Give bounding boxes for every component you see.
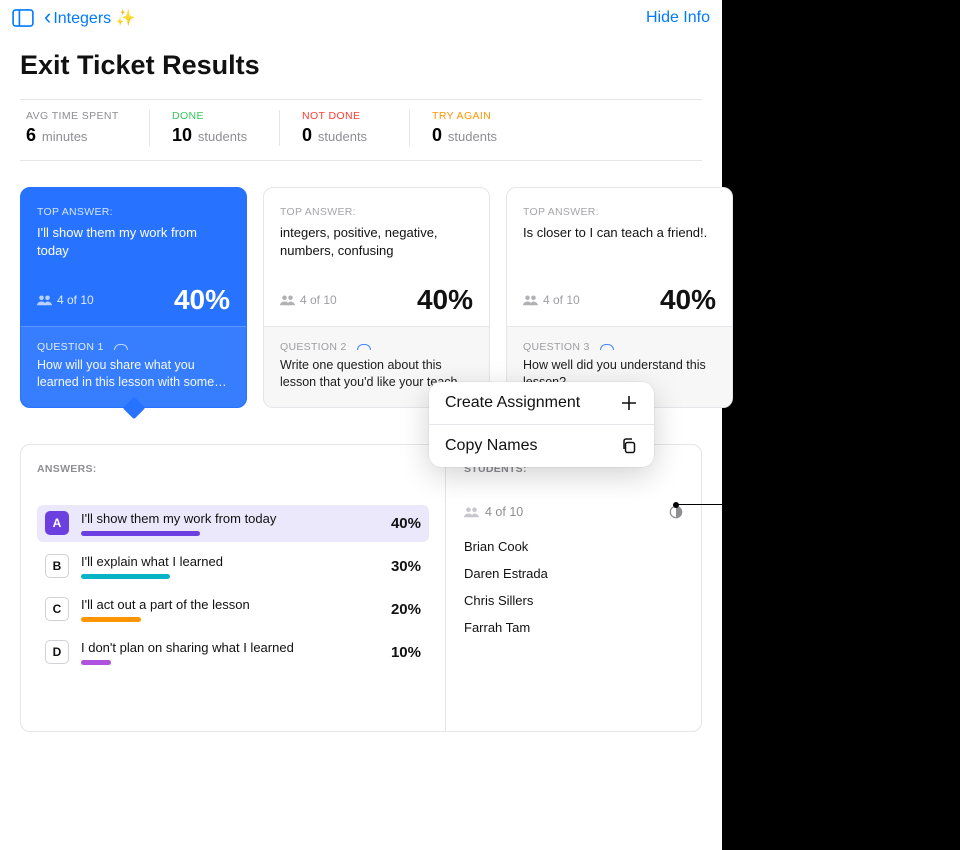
- top-answer-text: I'll show them my work from today: [37, 224, 230, 278]
- top-bar: ‹ Integers ✨ Hide Info: [0, 0, 722, 32]
- menu-item-label: Create Assignment: [445, 394, 580, 412]
- back-link[interactable]: ‹ Integers ✨: [44, 8, 136, 28]
- question-label: QUESTION 3: [523, 341, 716, 353]
- answer-row-D[interactable]: D I don't plan on sharing what I learned 1…: [37, 634, 429, 671]
- answer-letter: C: [45, 597, 69, 621]
- answer-text: I'll act out a part of the lesson: [81, 597, 379, 612]
- stat-label: NOT DONE: [302, 110, 387, 122]
- student-list: Brian CookDaren EstradaChris SillersFarr…: [464, 533, 683, 641]
- students-count-text: 4 of 10: [485, 505, 523, 519]
- arc-icon: [600, 344, 614, 350]
- answer-letter: B: [45, 554, 69, 578]
- answer-percent: 30%: [391, 558, 421, 575]
- stat-value: 10: [172, 125, 192, 145]
- callout-line: [676, 504, 746, 505]
- answer-percent: 20%: [391, 601, 421, 618]
- stat-value: 0: [302, 125, 312, 145]
- people-icon: [464, 506, 479, 518]
- students-count: 4 of 10: [464, 505, 523, 519]
- page-title: Exit Ticket Results: [0, 32, 722, 99]
- response-count: 4 of 10: [37, 293, 94, 307]
- answer-letter: A: [45, 511, 69, 535]
- stat-unit: students: [318, 129, 367, 144]
- copy-names-item[interactable]: Copy Names: [429, 425, 654, 467]
- stat-label: DONE: [172, 110, 257, 122]
- stat-unit: students: [198, 129, 247, 144]
- stat-unit: minutes: [42, 129, 88, 144]
- stat-value: 0: [432, 125, 442, 145]
- back-link-label: Integers ✨: [53, 8, 135, 28]
- detail-panel: ANSWERS: A I'll show them my work from to…: [20, 444, 702, 732]
- stat-label: AVG TIME SPENT: [26, 110, 127, 122]
- menu-item-label: Copy Names: [445, 437, 537, 455]
- answer-row-B[interactable]: B I'll explain what I learned 30%: [37, 548, 429, 585]
- response-count: 4 of 10: [280, 293, 337, 307]
- top-answer-label: TOP ANSWER:: [280, 206, 473, 218]
- answer-text: I'll show them my work from today: [81, 511, 379, 526]
- top-answer-text: integers, positive, negative, numbers, c…: [280, 224, 473, 278]
- stat-unit: students: [448, 129, 497, 144]
- question-text: How will you share what you learned in t…: [37, 357, 230, 391]
- sidebar-toggle-icon[interactable]: [12, 9, 34, 27]
- answer-row-A[interactable]: A I'll show them my work from today 40%: [37, 505, 429, 542]
- question-card-1[interactable]: TOP ANSWER: I'll show them my work from t…: [20, 187, 247, 408]
- answer-row-C[interactable]: C I'll act out a part of the lesson 20%: [37, 591, 429, 628]
- answer-text: I'll explain what I learned: [81, 554, 379, 569]
- response-percent: 40%: [174, 284, 230, 316]
- plus-icon: [620, 394, 638, 412]
- question-cards: TOP ANSWER: I'll show them my work from t…: [0, 161, 722, 408]
- answer-percent: 40%: [391, 515, 421, 532]
- answer-list: A I'll show them my work from today 40% B I'…: [37, 505, 429, 671]
- context-menu: Create Assignment Copy Names: [429, 382, 654, 467]
- app-window: ‹ Integers ✨ Hide Info Exit Ticket Resul…: [0, 0, 722, 850]
- question-card-2[interactable]: TOP ANSWER: integers, positive, negative,…: [263, 187, 490, 408]
- top-answer-label: TOP ANSWER:: [37, 206, 230, 218]
- stat-try-again: TRY AGAIN 0 students: [410, 110, 540, 146]
- answer-bar: [81, 617, 141, 622]
- answer-bar: [81, 531, 200, 536]
- stat-done: DONE 10 students: [150, 110, 280, 146]
- hide-info-button[interactable]: Hide Info: [646, 9, 710, 27]
- stat-value: 6: [26, 125, 36, 145]
- chevron-left-icon: ‹: [44, 6, 51, 28]
- answer-text: I don't plan on sharing what I learned: [81, 640, 379, 655]
- students-panel: Create Assignment Copy Names STUDENT: [446, 445, 701, 731]
- answers-label: ANSWERS:: [37, 463, 429, 475]
- response-percent: 40%: [660, 284, 716, 316]
- arc-icon: [114, 344, 128, 350]
- students-header: 4 of 10: [464, 505, 683, 519]
- question-label: QUESTION 2: [280, 341, 473, 353]
- create-assignment-item[interactable]: Create Assignment: [429, 382, 654, 425]
- stat-label: TRY AGAIN: [432, 110, 518, 122]
- answers-panel: ANSWERS: A I'll show them my work from to…: [21, 445, 446, 731]
- stat-avg-time: AVG TIME SPENT 6 minutes: [20, 110, 150, 146]
- student-name[interactable]: Daren Estrada: [464, 560, 683, 587]
- answer-bar: [81, 574, 170, 579]
- answer-percent: 10%: [391, 644, 421, 661]
- response-percent: 40%: [417, 284, 473, 316]
- answer-letter: D: [45, 640, 69, 664]
- top-answer-text: Is closer to I can teach a friend!.: [523, 224, 716, 278]
- student-name[interactable]: Chris Sillers: [464, 587, 683, 614]
- student-name[interactable]: Farrah Tam: [464, 614, 683, 641]
- stat-not-done: NOT DONE 0 students: [280, 110, 410, 146]
- question-card-3[interactable]: TOP ANSWER: Is closer to I can teach a fr…: [506, 187, 733, 408]
- question-label: QUESTION 1: [37, 341, 230, 353]
- copy-icon: [620, 437, 638, 455]
- response-count: 4 of 10: [523, 293, 580, 307]
- student-name[interactable]: Brian Cook: [464, 533, 683, 560]
- top-answer-label: TOP ANSWER:: [523, 206, 716, 218]
- arc-icon: [357, 344, 371, 350]
- answer-bar: [81, 660, 111, 665]
- stats-row: AVG TIME SPENT 6 minutes DONE 10 student…: [20, 99, 702, 161]
